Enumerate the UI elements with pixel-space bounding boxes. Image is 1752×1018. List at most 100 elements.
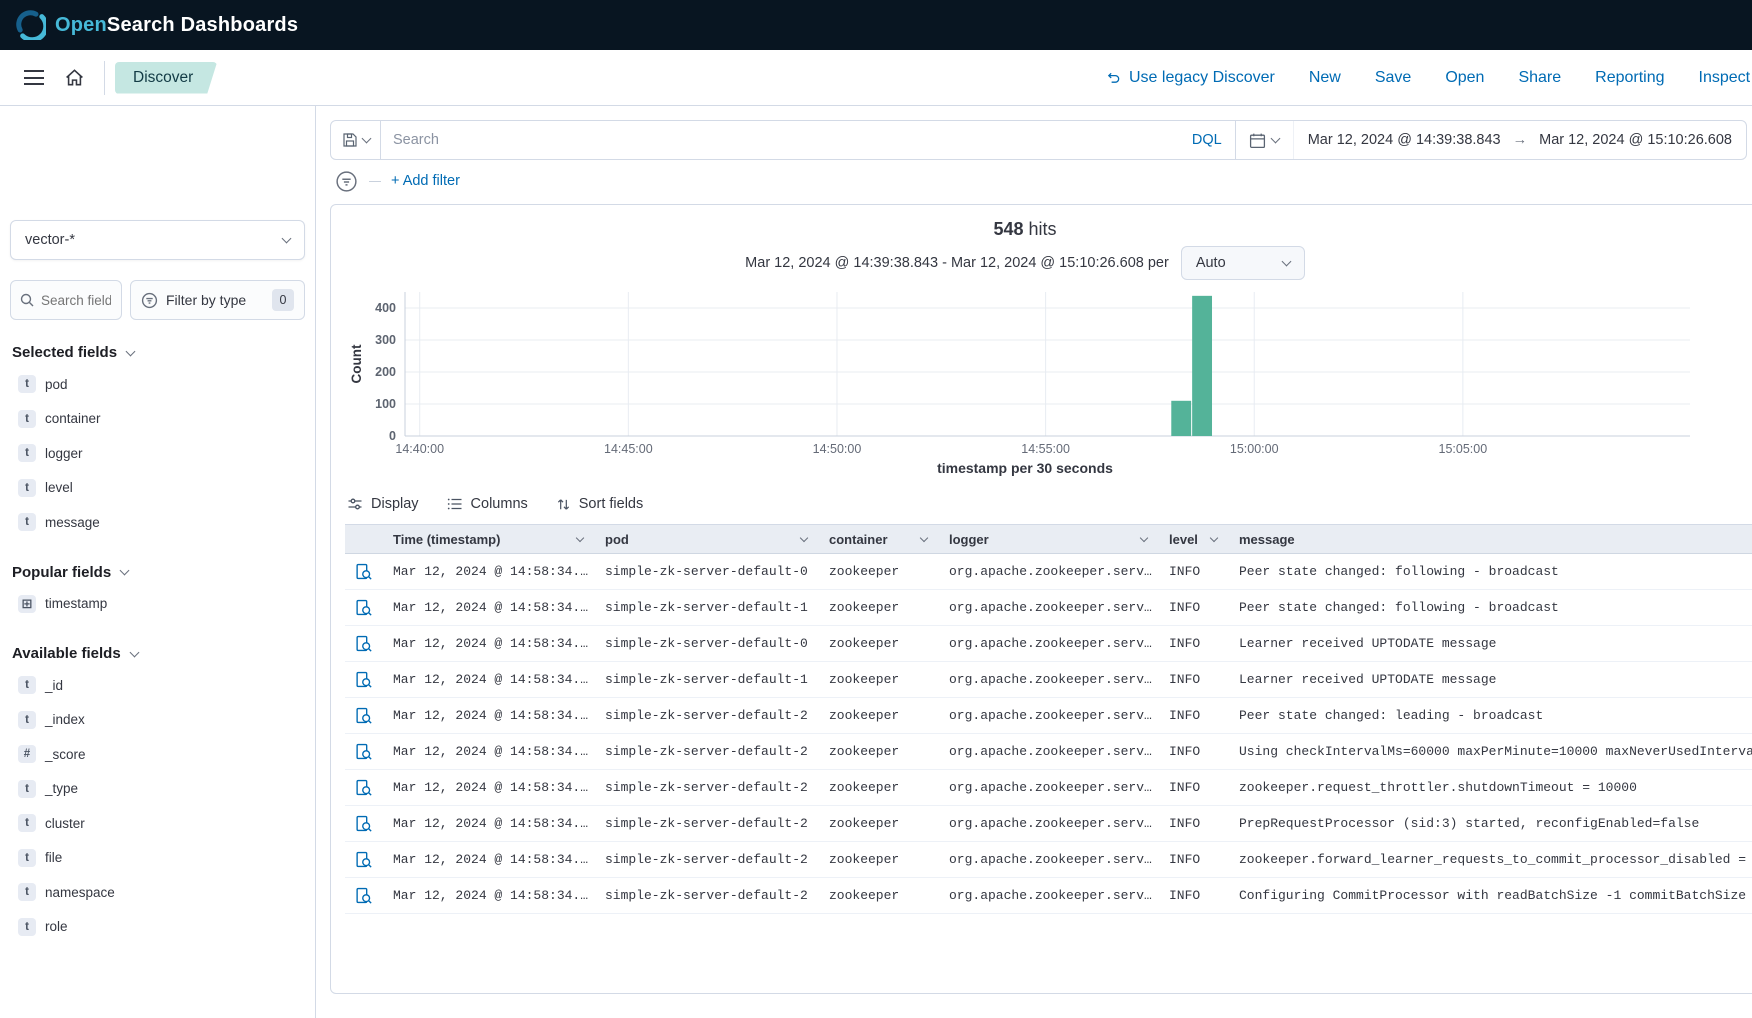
field-item[interactable]: _index bbox=[10, 703, 305, 738]
table-row: Mar 12, 2024 @ 14:58:34.… simple-zk-serv… bbox=[345, 554, 1752, 590]
sort-chevron-icon bbox=[576, 534, 584, 542]
field-type-icon bbox=[18, 745, 36, 763]
add-filter-button[interactable]: + Add filter bbox=[391, 173, 460, 189]
field-item[interactable]: pod bbox=[10, 367, 305, 402]
field-search-box[interactable] bbox=[10, 280, 122, 320]
documents-table: Time (timestamp) pod container bbox=[345, 524, 1752, 914]
cell-container: zookeeper bbox=[817, 564, 937, 579]
sort-chevron-icon bbox=[1140, 534, 1148, 542]
section-selected-fields[interactable]: Selected fields bbox=[12, 344, 305, 361]
cell-message: Peer state changed: following - broadcas… bbox=[1227, 600, 1752, 615]
toolbar-action[interactable]: Save bbox=[1375, 69, 1411, 87]
column-header[interactable]: pod bbox=[593, 532, 817, 547]
menu-button[interactable] bbox=[14, 58, 54, 98]
toolbar-action[interactable]: Open bbox=[1445, 69, 1484, 87]
index-pattern-select[interactable]: vector-* bbox=[10, 220, 305, 260]
column-header[interactable]: message bbox=[1227, 532, 1752, 547]
field-item[interactable]: _type bbox=[10, 772, 305, 807]
interval-select[interactable]: Auto bbox=[1181, 246, 1305, 280]
toolbar-action[interactable]: Reporting bbox=[1595, 69, 1664, 87]
inspect-document-button[interactable] bbox=[345, 851, 381, 868]
columns-list-icon bbox=[447, 496, 463, 512]
field-item[interactable]: level bbox=[10, 471, 305, 506]
field-type-icon bbox=[18, 711, 36, 729]
table-toolbar-button[interactable]: Columns bbox=[447, 496, 528, 512]
toolbar-action-label: Open bbox=[1445, 69, 1484, 87]
date-range[interactable]: Mar 12, 2024 @ 14:39:38.843 → Mar 12, 20… bbox=[1293, 121, 1746, 159]
search-icon bbox=[19, 292, 35, 308]
cell-message: Learner received UPTODATE message bbox=[1227, 672, 1752, 687]
inspect-document-button[interactable] bbox=[345, 779, 381, 796]
query-bar: DQL Mar 12, 2024 @ 14:39:38.843 → Mar 12… bbox=[330, 120, 1747, 160]
field-item[interactable]: timestamp bbox=[10, 587, 305, 622]
inspect-document-button[interactable] bbox=[345, 887, 381, 904]
toolbar-action[interactable]: Share bbox=[1518, 69, 1561, 87]
cell-message: Configuring CommitProcessor with readBat… bbox=[1227, 888, 1752, 903]
date-range-end[interactable]: Mar 12, 2024 @ 15:10:26.608 bbox=[1539, 132, 1732, 148]
date-range-start[interactable]: Mar 12, 2024 @ 14:39:38.843 bbox=[1308, 132, 1501, 148]
cell-message: Peer state changed: following - broadcas… bbox=[1227, 564, 1752, 579]
field-search-input[interactable] bbox=[41, 293, 111, 308]
breadcrumb[interactable]: Discover bbox=[115, 62, 217, 94]
field-item[interactable]: container bbox=[10, 402, 305, 437]
opensearch-logo[interactable]: OpenSearch Dashboards bbox=[16, 10, 298, 40]
search-input[interactable] bbox=[381, 121, 1179, 159]
inspect-document-button[interactable] bbox=[345, 815, 381, 832]
field-type-icon bbox=[18, 883, 36, 901]
app-toolbar: Discover Use legacy Discover New bbox=[0, 50, 1752, 106]
saved-query-menu-button[interactable] bbox=[331, 121, 381, 159]
cell-time: Mar 12, 2024 @ 14:58:34.… bbox=[381, 888, 593, 903]
field-item[interactable]: cluster bbox=[10, 806, 305, 841]
field-type-icon bbox=[18, 849, 36, 867]
field-item[interactable]: _score bbox=[10, 737, 305, 772]
query-language-button[interactable]: DQL bbox=[1179, 121, 1235, 159]
column-header[interactable]: container bbox=[817, 532, 937, 547]
inspect-document-button[interactable] bbox=[345, 635, 381, 652]
column-header-label: logger bbox=[949, 532, 989, 547]
cell-level: INFO bbox=[1157, 888, 1227, 903]
field-item[interactable]: message bbox=[10, 505, 305, 540]
section-title: Popular fields bbox=[12, 564, 111, 581]
field-type-icon bbox=[18, 479, 36, 497]
histogram[interactable]: 010020030040014:40:0014:45:0014:50:0014:… bbox=[345, 286, 1752, 458]
home-button[interactable] bbox=[54, 58, 94, 98]
hamburger-icon bbox=[24, 70, 44, 85]
date-picker-button[interactable] bbox=[1235, 121, 1293, 159]
toolbar-action[interactable]: Inspect bbox=[1699, 69, 1751, 87]
cell-pod: simple-zk-server-default-2 bbox=[593, 888, 817, 903]
inspect-document-button[interactable] bbox=[345, 599, 381, 616]
toolbar-action[interactable]: New bbox=[1309, 69, 1341, 87]
index-pattern-value: vector-* bbox=[25, 232, 75, 248]
sidebar: vector-* Filter by type 0 bbox=[0, 106, 316, 1018]
column-header[interactable]: level bbox=[1157, 532, 1227, 547]
popular-fields-list: timestamp bbox=[10, 587, 305, 622]
inspect-document-button[interactable] bbox=[345, 563, 381, 580]
cell-container: zookeeper bbox=[817, 888, 937, 903]
field-label: logger bbox=[45, 446, 83, 461]
field-item[interactable]: _id bbox=[10, 668, 305, 703]
table-toolbar-button[interactable]: Display bbox=[347, 496, 419, 512]
cell-pod: simple-zk-server-default-2 bbox=[593, 852, 817, 867]
field-item[interactable]: logger bbox=[10, 436, 305, 471]
column-header[interactable]: Time (timestamp) bbox=[381, 532, 593, 547]
filter-count-badge: 0 bbox=[272, 289, 294, 311]
field-item[interactable]: file bbox=[10, 841, 305, 876]
toolbar-action[interactable]: Use legacy Discover bbox=[1105, 69, 1275, 87]
filter-by-type-button[interactable]: Filter by type 0 bbox=[130, 280, 305, 320]
inspect-document-button[interactable] bbox=[345, 707, 381, 724]
hits-line: 548 hits bbox=[345, 219, 1705, 240]
filter-set-menu-icon[interactable] bbox=[334, 169, 359, 194]
field-item[interactable]: namespace bbox=[10, 875, 305, 910]
field-label: namespace bbox=[45, 885, 115, 900]
section-available-fields[interactable]: Available fields bbox=[12, 645, 305, 662]
field-type-icon bbox=[18, 595, 36, 613]
svg-text:200: 200 bbox=[375, 365, 396, 379]
inspect-document-button[interactable] bbox=[345, 671, 381, 688]
inspect-document-button[interactable] bbox=[345, 743, 381, 760]
chart-x-axis-title: timestamp per 30 seconds bbox=[345, 460, 1705, 476]
cell-message: Peer state changed: leading - broadcast bbox=[1227, 708, 1752, 723]
column-header[interactable]: logger bbox=[937, 532, 1157, 547]
section-popular-fields[interactable]: Popular fields bbox=[12, 564, 305, 581]
field-item[interactable]: role bbox=[10, 910, 305, 945]
table-toolbar-button[interactable]: Sort fields bbox=[556, 496, 643, 512]
